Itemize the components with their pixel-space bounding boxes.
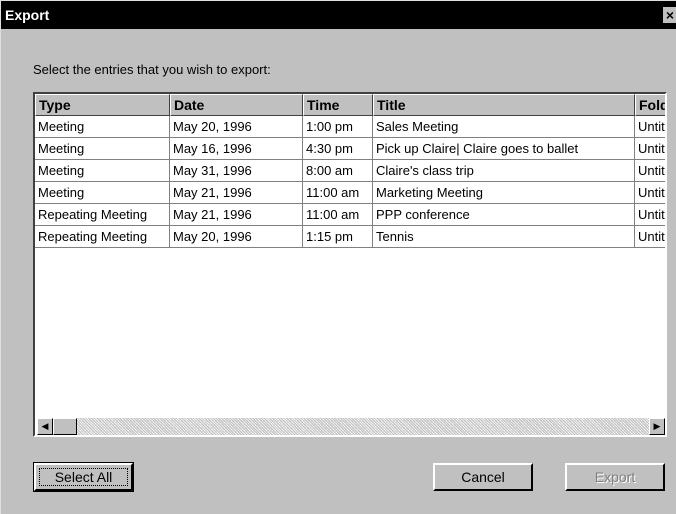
scroll-left-icon[interactable]: ◀ [37, 418, 53, 435]
entries-list[interactable]: Type Date Time Title Folder Meeting May … [33, 92, 667, 437]
cell-type: Meeting [35, 160, 170, 182]
cell-time: 1:15 pm [303, 226, 373, 248]
cell-time: 11:00 am [303, 182, 373, 204]
list-item[interactable]: Repeating Meeting May 21, 1996 11:00 am … [35, 204, 665, 226]
select-all-label: Select All [54, 469, 113, 485]
scrollbar-thumb[interactable] [53, 418, 77, 435]
cancel-button[interactable]: Cancel [433, 463, 533, 491]
column-header-time[interactable]: Time [303, 94, 373, 116]
export-dialog: Export × Select the entries that you wis… [0, 0, 676, 514]
list-rows: Meeting May 20, 1996 1:00 pm Sales Meeti… [35, 116, 665, 248]
export-label: Export [594, 469, 636, 485]
select-all-button[interactable]: Select All [33, 462, 134, 492]
cell-folder: Untitled [635, 116, 665, 138]
list-header: Type Date Time Title Folder [35, 94, 665, 116]
export-button[interactable]: Export [565, 463, 665, 491]
cell-date: May 20, 1996 [170, 116, 303, 138]
list-item[interactable]: Meeting May 21, 1996 11:00 am Marketing … [35, 182, 665, 204]
cell-folder: Untitled [635, 204, 665, 226]
cell-title: Tennis [373, 226, 635, 248]
list-item[interactable]: Repeating Meeting May 20, 1996 1:15 pm T… [35, 226, 665, 248]
window-title: Export [5, 7, 50, 23]
cell-folder: Untitled [635, 182, 665, 204]
cell-folder: Untitled [635, 160, 665, 182]
column-header-title[interactable]: Title [373, 94, 635, 116]
cell-date: May 31, 1996 [170, 160, 303, 182]
cell-date: May 20, 1996 [170, 226, 303, 248]
cell-title: Claire's class trip [373, 160, 635, 182]
cell-date: May 21, 1996 [170, 204, 303, 226]
cell-title: Sales Meeting [373, 116, 635, 138]
cell-type: Meeting [35, 116, 170, 138]
title-bar[interactable]: Export × [1, 1, 676, 29]
column-header-date[interactable]: Date [170, 94, 303, 116]
list-item[interactable]: Meeting May 31, 1996 8:00 am Claire's cl… [35, 160, 665, 182]
list-item[interactable]: Meeting May 20, 1996 1:00 pm Sales Meeti… [35, 116, 665, 138]
horizontal-scrollbar[interactable]: ◀ ▶ [37, 418, 665, 435]
cell-time: 8:00 am [303, 160, 373, 182]
list-item[interactable]: Meeting May 16, 1996 4:30 pm Pick up Cla… [35, 138, 665, 160]
cell-title: Marketing Meeting [373, 182, 635, 204]
cell-title: Pick up Claire| Claire goes to ballet [373, 138, 635, 160]
cancel-label: Cancel [461, 469, 505, 485]
cell-folder: Untitled [635, 226, 665, 248]
instructions-label: Select the entries that you wish to expo… [33, 62, 271, 77]
column-header-folder[interactable]: Folder [635, 94, 665, 116]
cell-time: 4:30 pm [303, 138, 373, 160]
cell-date: May 16, 1996 [170, 138, 303, 160]
cell-time: 1:00 pm [303, 116, 373, 138]
cell-time: 11:00 am [303, 204, 373, 226]
cell-type: Repeating Meeting [35, 204, 170, 226]
cell-title: PPP conference [373, 204, 635, 226]
cell-folder: Untitled [635, 138, 665, 160]
cell-type: Repeating Meeting [35, 226, 170, 248]
cell-type: Meeting [35, 138, 170, 160]
scroll-right-icon[interactable]: ▶ [649, 418, 665, 435]
close-icon[interactable]: × [663, 7, 676, 23]
column-header-type[interactable]: Type [35, 94, 170, 116]
cell-date: May 21, 1996 [170, 182, 303, 204]
cell-type: Meeting [35, 182, 170, 204]
